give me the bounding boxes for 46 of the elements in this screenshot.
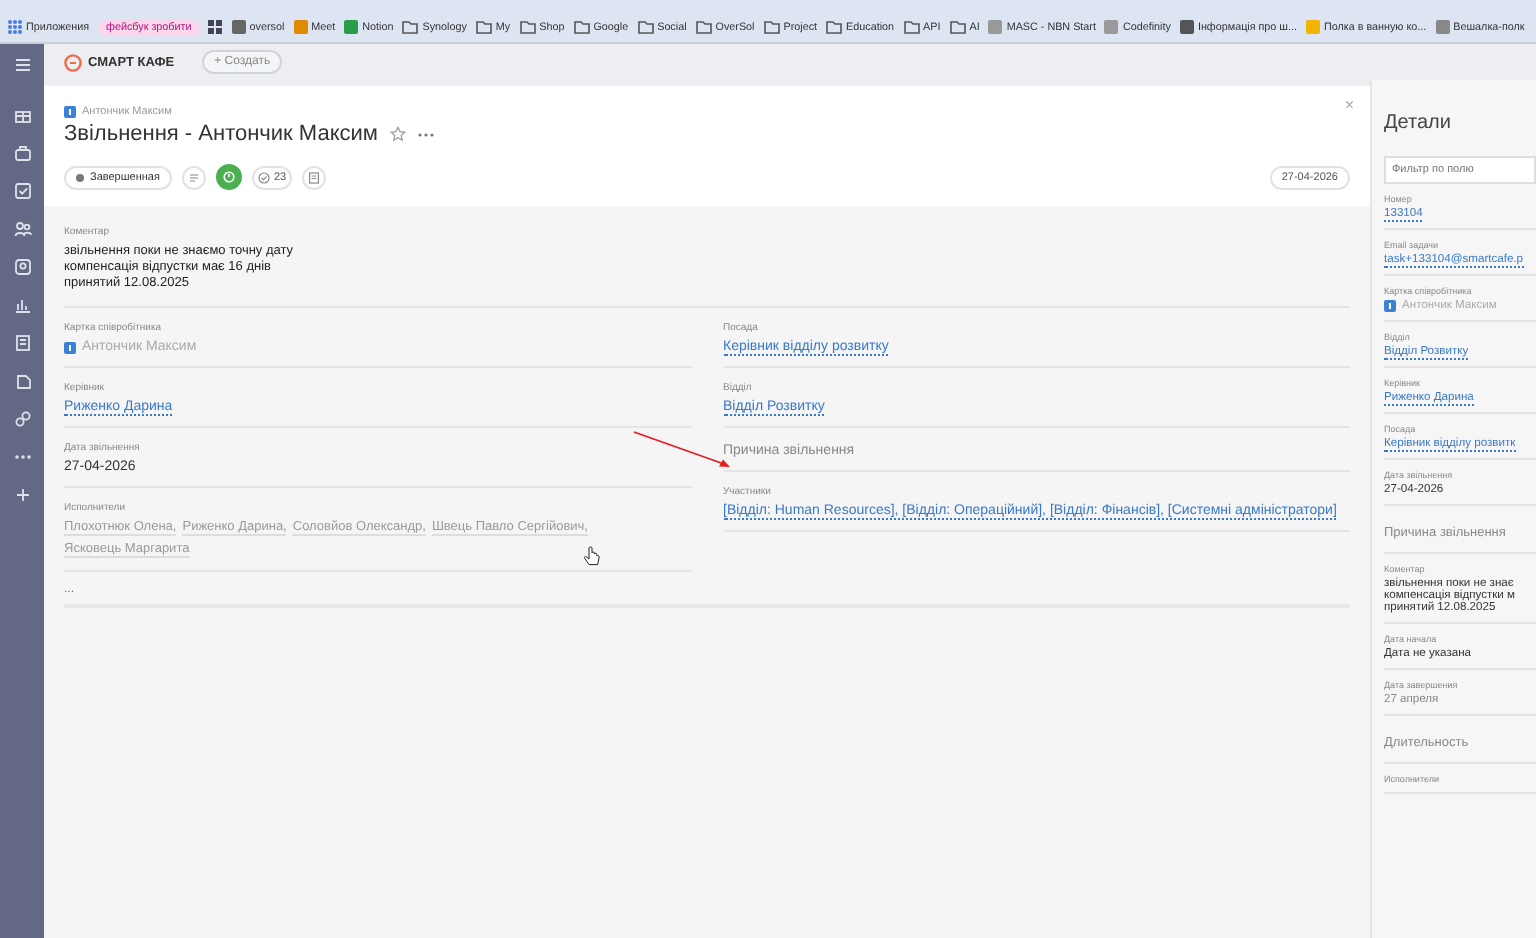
grid-icon[interactable] bbox=[208, 20, 223, 34]
folder-icon bbox=[763, 20, 780, 34]
employee-icon bbox=[64, 106, 76, 118]
employee-icon bbox=[64, 341, 76, 353]
document-icon bbox=[308, 171, 321, 183]
link-icon[interactable] bbox=[13, 410, 31, 428]
checklist-button[interactable] bbox=[181, 165, 206, 189]
folder-icon bbox=[695, 20, 712, 34]
folder-icon bbox=[903, 20, 920, 34]
files-icon[interactable] bbox=[13, 372, 31, 390]
site-icon bbox=[1179, 20, 1194, 34]
apps-icon bbox=[8, 20, 22, 34]
task-icon[interactable] bbox=[13, 182, 31, 200]
logo-icon bbox=[64, 53, 82, 71]
panel-title: Детали bbox=[1384, 112, 1453, 134]
list-icon bbox=[187, 171, 200, 183]
folder-icon bbox=[637, 20, 654, 34]
site-icon bbox=[231, 20, 246, 34]
contact-icon[interactable] bbox=[13, 258, 31, 276]
folder-icon bbox=[519, 20, 536, 34]
folder-icon bbox=[949, 20, 966, 34]
timer-button[interactable] bbox=[215, 164, 242, 190]
folder-icon bbox=[475, 20, 492, 34]
document-icon[interactable] bbox=[13, 334, 31, 352]
site-icon bbox=[1104, 20, 1119, 34]
folder-icon bbox=[826, 20, 843, 34]
briefcase-icon[interactable] bbox=[13, 144, 31, 162]
chart-icon[interactable] bbox=[13, 296, 31, 314]
site-icon bbox=[1306, 20, 1320, 34]
employee-icon bbox=[1384, 300, 1396, 312]
plus-icon[interactable] bbox=[13, 486, 31, 504]
more-icon[interactable] bbox=[417, 131, 434, 137]
timer-icon bbox=[221, 170, 236, 184]
site-icon bbox=[344, 20, 359, 34]
site-icon bbox=[988, 20, 1003, 34]
folder-icon bbox=[573, 20, 590, 34]
site-icon bbox=[1435, 20, 1450, 34]
star-icon[interactable] bbox=[389, 126, 406, 142]
check-circle-icon bbox=[257, 171, 270, 183]
task-title: Звільнення - Антончик Максим bbox=[64, 122, 378, 146]
menu-icon[interactable] bbox=[13, 56, 31, 74]
notes-button[interactable] bbox=[302, 165, 327, 189]
site-icon bbox=[293, 20, 308, 34]
folder-icon bbox=[402, 20, 419, 34]
hand-cursor-icon bbox=[584, 546, 600, 566]
people-icon[interactable] bbox=[13, 220, 31, 238]
